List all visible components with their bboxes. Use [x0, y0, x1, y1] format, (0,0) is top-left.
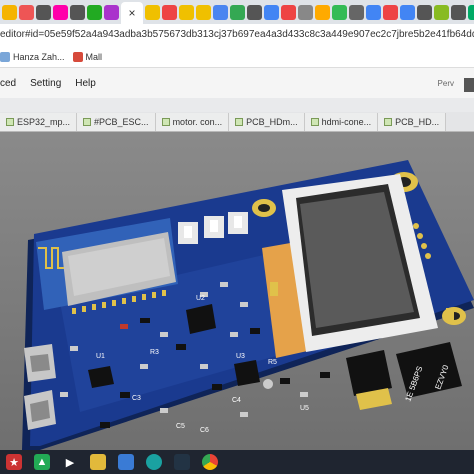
- document-icon: [6, 118, 14, 126]
- doc-tab-label: PCB_HD...: [395, 117, 440, 127]
- silk-label: U2: [196, 295, 205, 302]
- pcb-icon: [235, 118, 244, 126]
- app-icon[interactable]: [174, 454, 190, 470]
- menu-item-setting[interactable]: Setting: [30, 78, 61, 89]
- tab-favicon[interactable]: [104, 4, 119, 20]
- bookmark-label: Hanza Zah...: [13, 51, 65, 62]
- tab-favicon[interactable]: [383, 4, 398, 20]
- tab-favicon[interactable]: [468, 4, 474, 20]
- tab-favicon[interactable]: [230, 4, 245, 20]
- tab-favicon[interactable]: [213, 4, 228, 20]
- pcb-icon: [384, 118, 393, 126]
- bookmark-item[interactable]: Mall: [72, 51, 103, 62]
- doc-tab[interactable]: motor. con...: [155, 113, 230, 131]
- doc-tab[interactable]: #PCB_ESC...: [77, 113, 156, 131]
- tab-favicon[interactable]: [451, 4, 466, 20]
- chrome-icon[interactable]: [202, 454, 218, 470]
- tab-favicon[interactable]: [179, 4, 194, 20]
- silk-label: C6: [200, 427, 209, 434]
- app-menu-bar: ced Setting Help Perv: [0, 68, 474, 98]
- document-icon: [310, 118, 319, 126]
- tab-favicon[interactable]: [332, 4, 347, 20]
- document-tabs: ESP32_mp... #PCB_ESC... motor. con... PC…: [0, 112, 474, 132]
- bookmark-item[interactable]: Hanza Zah...: [0, 51, 65, 62]
- folder-icon[interactable]: [90, 454, 106, 470]
- doc-tab-label: ESP32_mp...: [17, 117, 71, 127]
- tab-favicon[interactable]: [417, 4, 432, 20]
- doc-tab-label: motor. con...: [172, 117, 223, 127]
- menu-item-help[interactable]: Help: [75, 78, 96, 89]
- doc-tab[interactable]: PCB_HDm...: [229, 113, 305, 131]
- browser-tab-strip: ×: [0, 0, 474, 24]
- tab-favicon[interactable]: [281, 4, 296, 20]
- pcb-3d-viewport[interactable]: U2 U1 U3 C4 R3 C3 C5 U5 R5 C6 EZVY0 1E 5…: [0, 132, 474, 450]
- bookmark-label: Mall: [85, 51, 103, 62]
- silk-label: C5: [176, 423, 185, 430]
- tab-favicon[interactable]: [196, 4, 211, 20]
- silk-label: R3: [150, 349, 159, 356]
- taskbar: ★ ▲ ▶: [0, 450, 474, 474]
- doc-tab[interactable]: ESP32_mp...: [0, 113, 78, 131]
- panel-collapse-handle[interactable]: [464, 78, 474, 92]
- tab-favicon[interactable]: [36, 4, 51, 20]
- doc-tab[interactable]: PCB_HD...: [378, 113, 447, 131]
- doc-tab-label: PCB_HDm...: [246, 117, 298, 127]
- bookmark-icon: [0, 51, 10, 62]
- tab-favicon[interactable]: [70, 4, 85, 20]
- power-chip: [396, 342, 462, 398]
- tab-favicon[interactable]: [2, 4, 17, 20]
- tab-favicon[interactable]: [87, 4, 102, 20]
- silk-label: C3: [132, 395, 141, 402]
- start-icon[interactable]: ★: [6, 454, 22, 470]
- store-icon[interactable]: [118, 454, 134, 470]
- tab-favicon[interactable]: [247, 4, 262, 20]
- address-bar[interactable]: editor#id=05e59f52a4a943adba3b575673db31…: [0, 24, 474, 46]
- pcb-3d-render: U2 U1 U3 C4 R3 C3 C5 U5 R5 C6 EZVY0 1E 5…: [22, 160, 474, 450]
- tab-favicon[interactable]: [162, 4, 177, 20]
- tab-favicon[interactable]: [400, 4, 415, 20]
- silk-label: U1: [96, 353, 105, 360]
- tab-favicon[interactable]: [145, 4, 160, 20]
- edge-icon[interactable]: [146, 454, 162, 470]
- pcb-icon: [83, 118, 92, 126]
- silk-label: U5: [300, 405, 309, 412]
- document-icon: [161, 118, 170, 126]
- doc-tab-label: #PCB_ESC...: [94, 117, 149, 127]
- tab-favicon[interactable]: [434, 4, 449, 20]
- tab-favicon[interactable]: [298, 4, 313, 20]
- toolbar-strip: [0, 98, 474, 112]
- app-icon[interactable]: ▲: [34, 454, 50, 470]
- bookmarks-bar: Hanza Zah... Mall: [0, 46, 474, 68]
- tab-favicon[interactable]: [349, 4, 364, 20]
- silk-label: C4: [232, 397, 241, 404]
- doc-tab-label: hdmi-cone...: [321, 117, 372, 127]
- play-icon[interactable]: ▶: [62, 454, 78, 470]
- silk-label: U3: [236, 353, 245, 360]
- tab-favicon[interactable]: [315, 4, 330, 20]
- active-tab[interactable]: ×: [121, 2, 143, 24]
- mall-icon: [72, 51, 83, 62]
- tab-favicon[interactable]: [366, 4, 381, 20]
- tab-favicon[interactable]: [264, 4, 279, 20]
- tab-favicon[interactable]: [53, 4, 68, 20]
- close-icon[interactable]: ×: [128, 6, 135, 20]
- silk-label: R5: [268, 359, 277, 366]
- panel-label[interactable]: Perv: [438, 79, 454, 88]
- tab-favicon[interactable]: [19, 4, 34, 20]
- doc-tab[interactable]: hdmi-cone...: [304, 113, 379, 131]
- menu-item[interactable]: ced: [0, 78, 16, 89]
